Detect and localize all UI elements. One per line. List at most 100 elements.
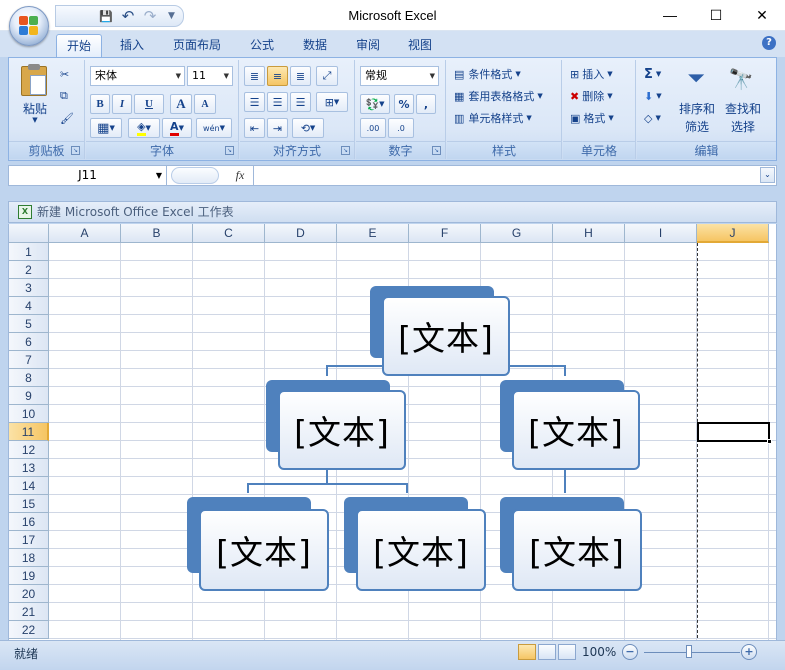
number-format-select[interactable]: 常规 ▼ xyxy=(360,66,439,86)
group-number: 常规 ▼ 💱 ▼ % , .00 .0 数字 ↘ xyxy=(356,60,446,159)
workbook-title-bar: X 新建 Microsoft Office Excel 工作表 xyxy=(8,201,777,223)
increase-indent-icon[interactable]: ⇥ xyxy=(267,118,288,138)
paste-icon[interactable] xyxy=(21,64,47,96)
tab-view[interactable]: 视图 xyxy=(398,34,442,57)
smartart-node-bottom-2[interactable]: [文本] xyxy=(356,509,486,591)
decrease-indent-icon[interactable]: ⇤ xyxy=(244,118,265,138)
formula-input[interactable] xyxy=(253,166,758,185)
merge-center-icon[interactable]: ⊞ ▼ xyxy=(316,92,348,112)
conditional-formatting-icon: ▤ xyxy=(454,67,465,81)
align-right-icon[interactable]: ☰ xyxy=(290,92,311,112)
borders-icon[interactable]: ▦ ▼ xyxy=(90,118,122,138)
maximize-button[interactable]: ☐ xyxy=(693,0,739,30)
minimize-button[interactable]: — xyxy=(647,0,693,30)
name-box[interactable]: J11 ▼ xyxy=(9,166,167,185)
comma-button[interactable]: , xyxy=(416,94,436,114)
increase-decimal-button[interactable]: .00 xyxy=(360,118,386,138)
smartart-node-bottom-1[interactable]: [文本] xyxy=(199,509,329,591)
zoom-out-button[interactable]: − xyxy=(622,644,638,660)
help-icon[interactable]: ? xyxy=(762,36,776,50)
underline-button[interactable]: U xyxy=(134,94,164,114)
shrink-font-button[interactable]: A xyxy=(194,94,216,114)
copy-icon[interactable]: ⧉ xyxy=(59,86,79,106)
tab-review[interactable]: 审阅 xyxy=(346,34,390,57)
tab-formulas[interactable]: 公式 xyxy=(240,34,284,57)
alignment-launcher-icon[interactable]: ↘ xyxy=(341,146,350,155)
tab-home[interactable]: 开始 xyxy=(56,34,102,57)
worksheet-grid[interactable]: ABCDEFGHIJ 1 2 3 4 5 6 7 8 9 10 11 12 13 14 15 16 17 18 19… xyxy=(8,224,777,640)
phonetic-guide-label: wén xyxy=(203,123,220,133)
paste-dropdown-icon[interactable]: ▼ xyxy=(13,116,57,124)
normal-view-button[interactable] xyxy=(518,644,536,660)
expand-formula-bar-icon[interactable]: ⌄ xyxy=(760,167,775,183)
excel-file-icon: X xyxy=(18,205,32,219)
fill-button[interactable]: ⬇ ▼ xyxy=(643,86,673,106)
align-middle-icon[interactable]: ≡ xyxy=(267,66,288,86)
smartart-node-right[interactable]: [文本] xyxy=(512,390,640,470)
orientation-icon[interactable]: ⤢ xyxy=(316,66,338,86)
paste-button[interactable]: 粘贴 xyxy=(13,100,57,117)
group-alignment-label: 对齐方式 xyxy=(240,141,354,159)
page-layout-view-button[interactable] xyxy=(538,644,556,660)
autosum-button[interactable]: Σ ▼ xyxy=(643,64,673,84)
decrease-decimal-button[interactable]: .0 xyxy=(388,118,414,138)
align-top-icon[interactable]: ≣ xyxy=(244,66,265,86)
font-launcher-icon[interactable]: ↘ xyxy=(225,146,234,155)
number-format-value: 常规 xyxy=(365,69,387,82)
zoom-slider-thumb[interactable] xyxy=(686,645,692,658)
tab-insert[interactable]: 插入 xyxy=(110,34,154,57)
clipboard-launcher-icon[interactable]: ↘ xyxy=(71,146,80,155)
smartart-node-bottom-3[interactable]: [文本] xyxy=(512,509,642,591)
bold-button[interactable]: B xyxy=(90,94,110,114)
status-bar: 就绪 100% − + xyxy=(0,640,785,670)
format-painter-icon[interactable]: 🖌 xyxy=(59,108,79,128)
tab-page-layout[interactable]: 页面布局 xyxy=(165,34,229,57)
active-cell-j11[interactable] xyxy=(697,422,770,442)
find-select-icon[interactable]: 🔭 xyxy=(727,64,755,94)
zoom-in-button[interactable]: + xyxy=(741,644,757,660)
find-select-label-2[interactable]: 选择 xyxy=(719,118,767,135)
font-color-icon[interactable]: A ▼ xyxy=(162,118,192,138)
insert-cells-button[interactable]: ⊞ 插入 ▼ xyxy=(569,64,633,84)
grow-font-button[interactable]: A xyxy=(170,94,192,114)
office-button[interactable] xyxy=(9,6,49,46)
fill-handle[interactable] xyxy=(767,439,772,444)
conditional-formatting-button[interactable]: ▤ 条件格式 ▼ xyxy=(453,64,558,84)
align-bottom-icon[interactable]: ≣ xyxy=(290,66,311,86)
wrap-text-icon[interactable]: ⟲ ▼ xyxy=(292,118,324,138)
find-select-label[interactable]: 查找和 xyxy=(719,100,767,117)
currency-icon[interactable]: 💱 ▼ xyxy=(360,94,390,114)
tab-data[interactable]: 数据 xyxy=(293,34,337,57)
phonetic-guide-icon[interactable]: wén ▼ xyxy=(196,118,232,138)
number-launcher-icon[interactable]: ↘ xyxy=(432,146,441,155)
zoom-slider-track[interactable] xyxy=(644,652,740,653)
align-left-icon[interactable]: ☰ xyxy=(244,92,265,112)
workbook-title: 新建 Microsoft Office Excel 工作表 xyxy=(37,205,234,219)
percent-button[interactable]: % xyxy=(394,94,414,114)
zoom-level[interactable]: 100% xyxy=(582,645,616,659)
font-size-select[interactable]: 11 ▼ xyxy=(187,66,233,86)
page-break-view-button[interactable] xyxy=(558,644,576,660)
smartart-node-top[interactable]: [文本] xyxy=(382,296,510,376)
sort-filter-icon[interactable]: ⏷ xyxy=(682,64,710,94)
sort-filter-label-2[interactable]: 筛选 xyxy=(673,118,721,135)
sort-filter-label[interactable]: 排序和 xyxy=(673,100,721,117)
close-button[interactable]: ✕ xyxy=(739,0,785,30)
insert-function-button[interactable]: fx xyxy=(231,167,249,184)
ribbon: 粘贴 ▼ ✂ ⧉ 🖌 剪贴板 ↘ 宋体 ▼ 11 ▼ B I U A A ▦ ▼ ◈ ▼… xyxy=(8,57,777,161)
fill-color-icon[interactable]: ◈ ▼ xyxy=(128,118,160,138)
font-name-select[interactable]: 宋体 ▼ xyxy=(90,66,185,86)
italic-button[interactable]: I xyxy=(112,94,132,114)
delete-cells-button[interactable]: ✖ 删除 ▼ xyxy=(569,86,633,106)
formula-bar: J11 ▼ fx ⌄ xyxy=(8,165,777,186)
clear-button[interactable]: ◇ ▼ xyxy=(643,108,673,128)
cell-styles-button[interactable]: ▥ 单元格样式 ▼ xyxy=(453,108,558,128)
format-as-table-icon: ▦ xyxy=(454,89,465,103)
cut-icon[interactable]: ✂ xyxy=(59,64,79,84)
cell-styles-icon: ▥ xyxy=(454,111,465,125)
format-as-table-button[interactable]: ▦ 套用表格格式 ▼ xyxy=(453,86,561,106)
group-styles: ▤ 条件格式 ▼ ▦ 套用表格格式 ▼ ▥ 单元格样式 ▼ 样式 xyxy=(447,60,562,159)
smartart-node-left[interactable]: [文本] xyxy=(278,390,406,470)
format-cells-button[interactable]: ▣ 格式 ▼ xyxy=(569,108,633,128)
align-center-icon[interactable]: ☰ xyxy=(267,92,288,112)
